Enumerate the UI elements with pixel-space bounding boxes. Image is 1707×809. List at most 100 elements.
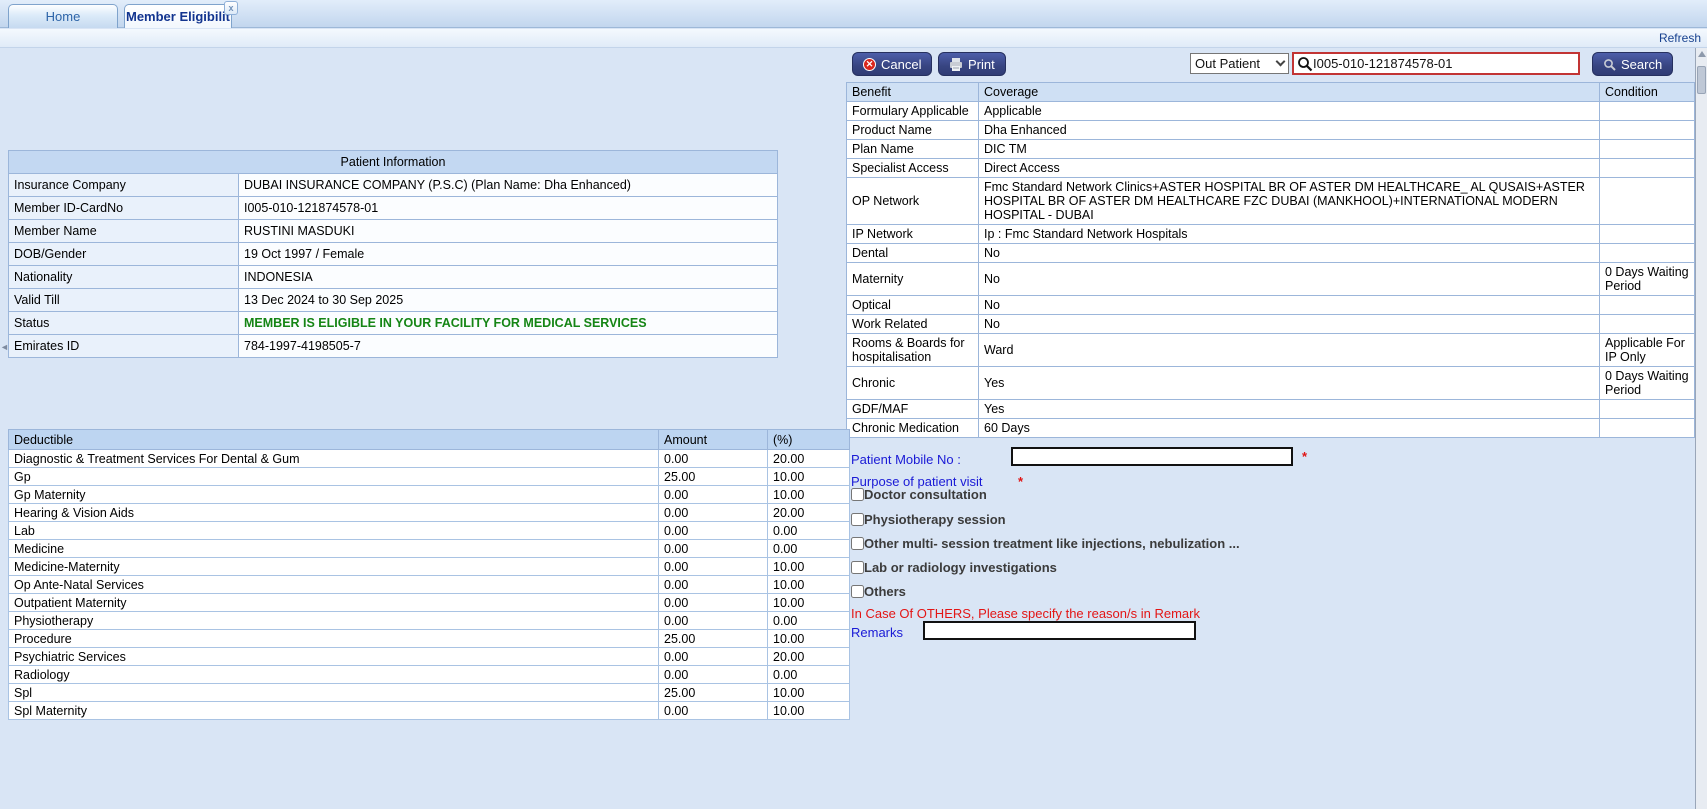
deductible-name: Spl (9, 684, 659, 702)
tab-close-icon[interactable]: x (224, 1, 238, 15)
deductible-percent: 10.00 (768, 468, 850, 486)
deductible-percent: 10.00 (768, 594, 850, 612)
cancel-button-label: Cancel (881, 57, 921, 72)
member-search-box (1292, 52, 1580, 75)
deductible-name: Spl Maternity (9, 702, 659, 720)
benefit-name: IP Network (847, 225, 979, 244)
benefit-coverage: Yes (979, 367, 1600, 400)
deductible-name: Medicine (9, 540, 659, 558)
deductible-row: Hearing & Vision Aids0.0020.00 (9, 504, 850, 522)
visit-purpose-checkbox[interactable] (851, 585, 864, 598)
patient-info-body: Patient Information Insurance CompanyDUB… (9, 151, 778, 358)
patient-info-value: I005-010-121874578-01 (239, 197, 778, 220)
benefit-condition (1600, 315, 1695, 334)
visit-purpose-option-label: Lab or radiology investigations (864, 560, 1057, 575)
benefits-header-row: Benefit Coverage Condition (847, 83, 1695, 102)
deductible-amount: 0.00 (659, 558, 768, 576)
panel-collapse-icon[interactable]: ◄ (0, 342, 9, 352)
toolbar: Refresh (0, 29, 1707, 48)
patient-info-value: DUBAI INSURANCE COMPANY (P.S.C) (Plan Na… (239, 174, 778, 197)
patient-info-label: Valid Till (9, 289, 239, 312)
deductible-body: Diagnostic & Treatment Services For Dent… (9, 450, 850, 720)
patient-info-row: StatusMEMBER IS ELIGIBLE IN YOUR FACILIT… (9, 312, 778, 335)
deductible-amount: 0.00 (659, 450, 768, 468)
deductible-name: Gp (9, 468, 659, 486)
search-button[interactable]: Search (1592, 52, 1673, 76)
deductible-name: Physiotherapy (9, 612, 659, 630)
patient-info-value: 19 Oct 1997 / Female (239, 243, 778, 266)
visit-type-selected: Out Patient (1195, 56, 1260, 71)
refresh-link[interactable]: Refresh (1659, 31, 1701, 45)
benefit-condition: 0 Days Waiting Period (1600, 263, 1695, 296)
visit-purpose-checkbox[interactable] (851, 561, 864, 574)
visit-purpose-option: Others (851, 584, 906, 599)
visit-purpose-option: Other multi- session treatment like inje… (851, 536, 1240, 551)
deductible-percent: 0.00 (768, 522, 850, 540)
patient-info-row: Emirates ID784-1997-4198505-7 (9, 335, 778, 358)
deductible-amount: 0.00 (659, 486, 768, 504)
benefits-table: Benefit Coverage Condition Formulary App… (846, 82, 1695, 438)
remarks-input[interactable] (923, 621, 1196, 640)
benefit-coverage: 60 Days (979, 419, 1600, 438)
deductible-name: Hearing & Vision Aids (9, 504, 659, 522)
benefit-name: Optical (847, 296, 979, 315)
visit-purpose-checkbox[interactable] (851, 488, 864, 501)
patient-info-value: 784-1997-4198505-7 (239, 335, 778, 358)
benefit-coverage: Direct Access (979, 159, 1600, 178)
benefit-name: Chronic (847, 367, 979, 400)
deductible-name: Diagnostic & Treatment Services For Dent… (9, 450, 659, 468)
patient-info-row: Insurance CompanyDUBAI INSURANCE COMPANY… (9, 174, 778, 197)
tab-home-label: Home (46, 9, 81, 24)
others-note: In Case Of OTHERS, Please specify the re… (851, 606, 1200, 621)
visit-type-select[interactable]: Out Patient (1190, 53, 1289, 74)
patient-info-label: Nationality (9, 266, 239, 289)
benefit-coverage: Yes (979, 400, 1600, 419)
patient-info-label: DOB/Gender (9, 243, 239, 266)
member-search-input[interactable] (1313, 56, 1575, 71)
scrollbar-thumb[interactable] (1697, 66, 1706, 94)
visit-purpose-option: Lab or radiology investigations (851, 560, 1057, 575)
benefit-condition (1600, 419, 1695, 438)
tab-home[interactable]: Home (8, 4, 118, 28)
benefit-row: OP NetworkFmc Standard Network Clinics+A… (847, 178, 1695, 225)
benefits-header-benefit: Benefit (847, 83, 979, 102)
patient-mobile-required-marker: * (1302, 449, 1307, 464)
deductible-row: Spl25.0010.00 (9, 684, 850, 702)
patient-info-row: NationalityINDONESIA (9, 266, 778, 289)
deductible-amount: 0.00 (659, 594, 768, 612)
benefit-name: Rooms & Boards for hospitalisation (847, 334, 979, 367)
patient-info-label: Member ID-CardNo (9, 197, 239, 220)
deductible-amount: 0.00 (659, 576, 768, 594)
benefit-name: OP Network (847, 178, 979, 225)
deductible-amount: 0.00 (659, 648, 768, 666)
print-icon (949, 58, 963, 71)
vertical-scrollbar[interactable] (1695, 48, 1707, 809)
visit-purpose-checkbox[interactable] (851, 537, 864, 550)
deductible-row: Psychiatric Services0.0020.00 (9, 648, 850, 666)
benefit-coverage: DIC TM (979, 140, 1600, 159)
benefit-name: Plan Name (847, 140, 979, 159)
benefit-name: Formulary Applicable (847, 102, 979, 121)
deductible-percent: 10.00 (768, 702, 850, 720)
patient-mobile-input[interactable] (1011, 447, 1293, 466)
cancel-button[interactable]: ✕ Cancel (852, 52, 932, 76)
patient-info-row: Member ID-CardNoI005-010-121874578-01 (9, 197, 778, 220)
deductible-name: Psychiatric Services (9, 648, 659, 666)
scroll-up-icon[interactable] (1698, 51, 1706, 57)
print-button[interactable]: Print (938, 52, 1006, 76)
visit-purpose-checkbox[interactable] (851, 513, 864, 526)
member-eligibility-screen: Home Member Eligibilit x Refresh ✕ Cance… (0, 0, 1707, 809)
benefit-row: OpticalNo (847, 296, 1695, 315)
deductible-amount: 0.00 (659, 522, 768, 540)
deductible-row: Lab0.000.00 (9, 522, 850, 540)
deductible-header-row: Deductible Amount (%) (9, 430, 850, 450)
benefit-row: GDF/MAFYes (847, 400, 1695, 419)
tab-member-eligibility[interactable]: Member Eligibilit x (124, 4, 232, 28)
benefit-row: Work RelatedNo (847, 315, 1695, 334)
patient-info-label: Status (9, 312, 239, 335)
benefit-row: IP NetworkIp : Fmc Standard Network Hosp… (847, 225, 1695, 244)
benefit-coverage: No (979, 296, 1600, 315)
deductible-amount: 0.00 (659, 504, 768, 522)
benefit-row: ChronicYes0 Days Waiting Period (847, 367, 1695, 400)
deductible-percent: 10.00 (768, 558, 850, 576)
